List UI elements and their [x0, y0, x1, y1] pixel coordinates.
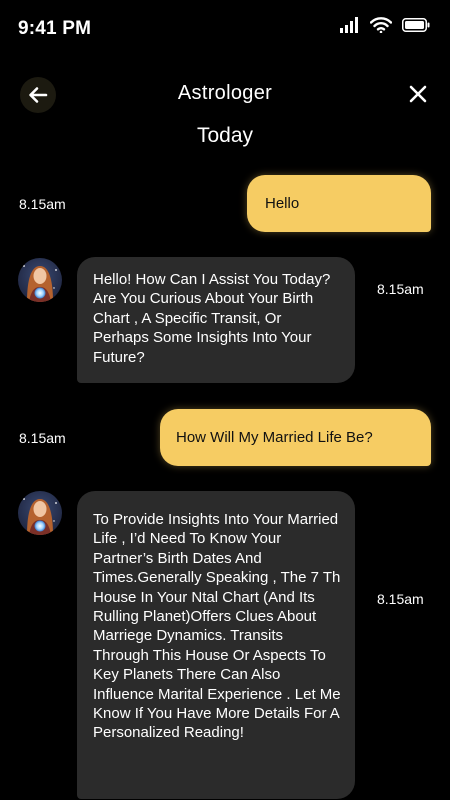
- outgoing-message-bubble[interactable]: Hello: [247, 175, 431, 232]
- message-time: 8.15am: [377, 281, 424, 297]
- close-button[interactable]: [406, 82, 430, 106]
- message-text: Hello: [265, 195, 300, 212]
- close-icon: [409, 85, 427, 103]
- page-title: Astrologer: [177, 82, 273, 104]
- outgoing-message-bubble[interactable]: How Will My Married Life Be?: [160, 409, 431, 466]
- message-time: 8.15am: [19, 430, 66, 446]
- message-text: Hello! How Can I Assist You Today? Are Y…: [93, 271, 331, 366]
- status-time: 9:41 PM: [18, 18, 92, 39]
- signal-icon: [340, 17, 358, 33]
- incoming-message-bubble[interactable]: To Provide Insights Into Your Married Li…: [77, 491, 355, 799]
- message-time: 8.15am: [19, 196, 66, 212]
- status-bar: 9:41 PM: [0, 0, 450, 56]
- status-icons: [340, 17, 430, 33]
- chat-header: Astrologer: [0, 70, 450, 118]
- battery-icon: [402, 18, 430, 32]
- astrologer-avatar-image: [18, 491, 62, 535]
- avatar: [18, 491, 62, 535]
- message-text: To Provide Insights Into Your Married Li…: [93, 511, 341, 742]
- date-divider: Today: [196, 124, 254, 147]
- message-time: 8.15am: [377, 591, 424, 607]
- avatar: [18, 258, 62, 302]
- message-text: How Will My Married Life Be?: [176, 429, 373, 446]
- incoming-message-bubble[interactable]: Hello! How Can I Assist You Today? Are Y…: [77, 257, 355, 383]
- wifi-icon: [370, 17, 392, 33]
- astrologer-avatar-image: [18, 258, 62, 302]
